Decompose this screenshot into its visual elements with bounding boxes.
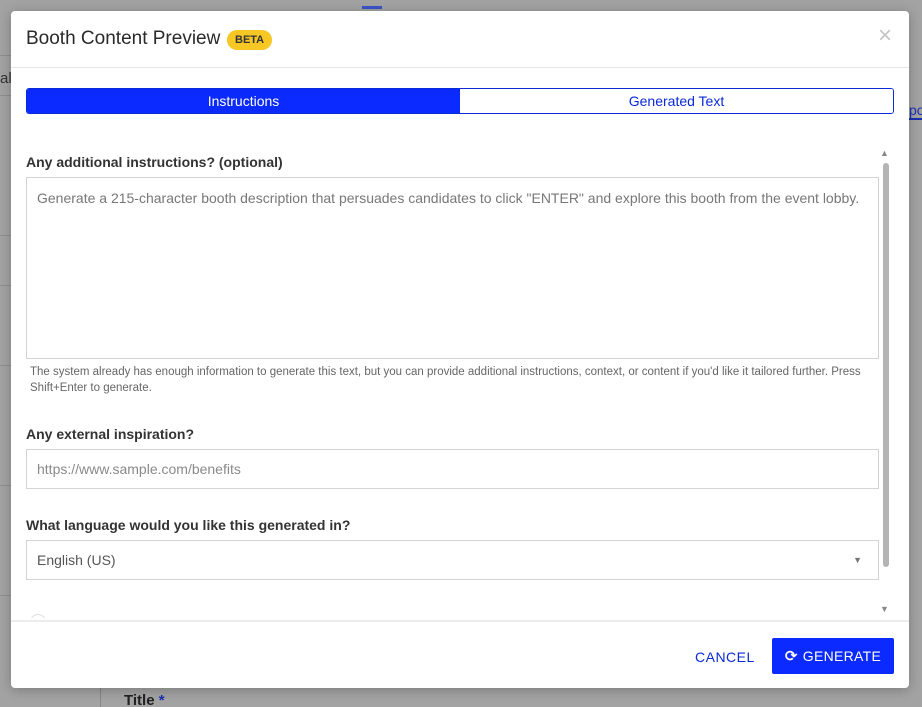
scrollbar-thumb[interactable] [883, 163, 889, 567]
background-top-mark [362, 6, 382, 9]
radio-option[interactable] [30, 614, 46, 618]
generate-button-label: GENERATE [802, 648, 882, 664]
instructions-hint: The system already has enough informatio… [30, 366, 861, 394]
background-title-text: Title [124, 692, 155, 707]
modal-footer: CANCEL ⟳ GENERATE [11, 620, 909, 688]
beta-badge: BETA [227, 30, 273, 50]
language-label: What language would you like this genera… [26, 517, 351, 533]
inspiration-label: Any external inspiration? [26, 426, 195, 442]
modal-title: Booth Content Preview [26, 28, 221, 49]
scroll-down-icon[interactable]: ▼ [880, 604, 889, 614]
language-select[interactable]: English (US) ▼ [26, 540, 879, 580]
language-select-value: English (US) [37, 552, 116, 568]
required-marker: * [158, 692, 165, 707]
close-icon[interactable]: × [875, 24, 895, 48]
scroll-up-icon[interactable]: ▲ [880, 148, 889, 158]
cancel-button[interactable]: CANCEL [695, 649, 755, 665]
tab-instructions[interactable]: Instructions [27, 89, 460, 113]
background-right-link: po [909, 102, 922, 120]
modal-scroll-content[interactable]: Any additional instructions? (optional) … [26, 146, 879, 618]
tab-generated-text[interactable]: Generated Text [460, 89, 893, 113]
inspiration-input[interactable]: https://www.sample.com/benefits [26, 449, 879, 489]
background-vertical-line [100, 688, 101, 707]
instructions-textarea[interactable]: Generate a 215-character booth descripti… [26, 177, 879, 359]
background-left-text: al [0, 70, 12, 87]
instructions-label: Any additional instructions? (optional) [26, 154, 283, 170]
chevron-down-icon: ▼ [853, 555, 862, 565]
booth-content-preview-modal: Booth Content Preview BETA × Instruction… [11, 11, 909, 688]
tab-bar: Instructions Generated Text [26, 88, 894, 114]
background-title-label: Title * [124, 692, 165, 707]
refresh-icon: ⟳ [784, 647, 798, 665]
modal-header: Booth Content Preview BETA × [11, 11, 909, 68]
generate-button[interactable]: ⟳ GENERATE [772, 638, 894, 674]
